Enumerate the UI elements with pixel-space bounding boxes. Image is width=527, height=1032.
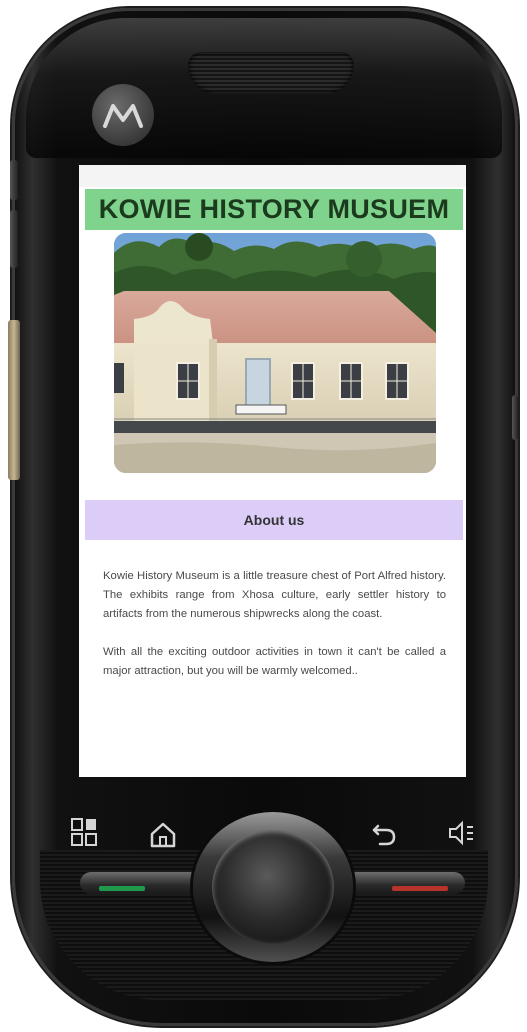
motorola-logo-icon xyxy=(92,84,154,146)
about-heading: About us xyxy=(243,512,305,528)
about-paragraph: With all the exciting outdoor activities… xyxy=(103,646,446,677)
about-paragraph: Kowie History Museum is a little treasur… xyxy=(103,570,446,620)
earpiece-speaker xyxy=(188,52,354,94)
side-button-volume[interactable] xyxy=(10,210,18,268)
volume-icon[interactable] xyxy=(447,819,477,852)
end-call-button[interactable] xyxy=(392,886,448,891)
side-slider[interactable] xyxy=(8,320,20,480)
about-body: Kowie History Museum is a little treasur… xyxy=(103,567,446,700)
app-view: KOWIE HISTORY MUSUEM About us Kowie Hist… xyxy=(79,165,466,777)
call-button[interactable] xyxy=(99,886,145,891)
museum-photo xyxy=(114,233,436,473)
menu-grid-icon[interactable] xyxy=(70,817,98,852)
page-title: KOWIE HISTORY MUSUEM xyxy=(98,194,450,224)
back-arrow-icon[interactable] xyxy=(370,818,398,853)
about-heading-bar: About us xyxy=(85,500,463,540)
phone-screen: KOWIE HISTORY MUSUEM About us Kowie Hist… xyxy=(79,165,466,777)
status-bar xyxy=(79,165,466,187)
side-button-upper[interactable] xyxy=(10,160,18,200)
home-icon[interactable] xyxy=(148,820,178,853)
navigation-dial-center[interactable] xyxy=(212,830,334,944)
side-button-right[interactable] xyxy=(512,395,518,440)
title-banner: KOWIE HISTORY MUSUEM xyxy=(85,189,463,230)
